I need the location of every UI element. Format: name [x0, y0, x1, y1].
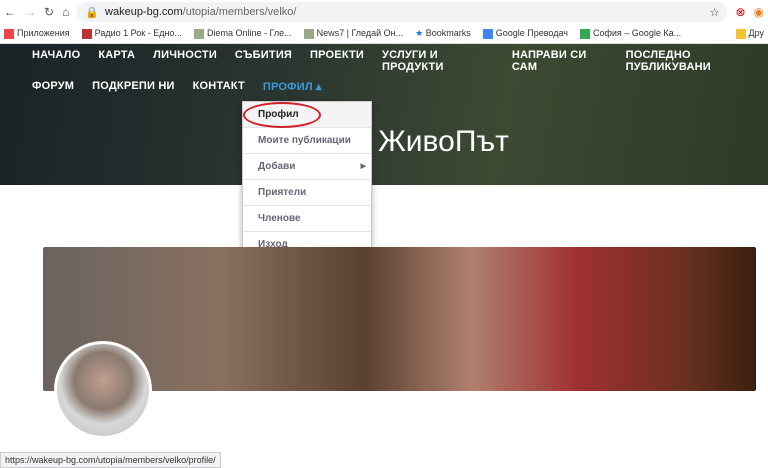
nav-item[interactable]: ПРОЕКТИ: [310, 49, 364, 73]
nav-item[interactable]: КОНТАКТ: [193, 80, 245, 93]
menu-item-friends[interactable]: Приятели: [243, 180, 371, 206]
bookmark-folder[interactable]: Дру: [735, 28, 764, 39]
main-nav-row1: НАЧАЛО КАРТА ЛИЧНОСТИ СЪБИТИЯ ПРОЕКТИ УС…: [32, 49, 768, 73]
nav-item[interactable]: КАРТА: [98, 49, 135, 73]
bookmark[interactable]: София – Google Ка...: [579, 28, 681, 39]
forward-icon[interactable]: →: [24, 5, 36, 19]
nav-item[interactable]: ЛИЧНОСТИ: [153, 49, 217, 73]
bookmark-apps[interactable]: Приложения: [4, 28, 70, 39]
url-host: wakeup-bg.com: [105, 6, 183, 18]
cover-photo: [43, 247, 756, 391]
highlight-annotation: [243, 102, 321, 128]
avatar[interactable]: [54, 341, 152, 439]
star-icon[interactable]: ☆: [710, 6, 720, 19]
chevron-right-icon: ▶: [360, 163, 366, 170]
bookmark[interactable]: Google Преводач: [482, 28, 568, 39]
status-bar-url: https://wakeup-bg.com/utopia/members/vel…: [0, 452, 221, 468]
nav-item[interactable]: СЪБИТИЯ: [235, 49, 292, 73]
menu-item-members[interactable]: Членове: [243, 206, 371, 232]
bookmarks-bar: Приложения Радио 1 Рок - Едно... Diema O…: [0, 24, 768, 44]
url-path: /utopia/members/velko/: [182, 6, 297, 18]
bookmark[interactable]: ★ Bookmarks: [415, 28, 471, 39]
reload-icon[interactable]: ↻: [44, 5, 54, 19]
nav-item[interactable]: ФОРУМ: [32, 80, 74, 93]
menu-item-label: Добави: [258, 161, 296, 172]
nav-item[interactable]: НАЧАЛО: [32, 49, 80, 73]
lock-icon: 🔒: [85, 6, 100, 19]
menu-item-add[interactable]: Добави ▶: [243, 154, 371, 180]
browser-toolbar: ← → ↻ ⌂ 🔒 wakeup-bg.com/utopia/members/v…: [0, 0, 768, 24]
home-icon[interactable]: ⌂: [62, 5, 69, 19]
bookmark[interactable]: Diema Online - Гле...: [193, 28, 292, 39]
nav-item-profile[interactable]: ПРОФИЛ ▴: [263, 80, 322, 93]
nav-item[interactable]: ПОСЛЕДНО ПУБЛИКУВАНИ: [626, 49, 768, 73]
main-nav-row2: ФОРУМ ПОДКРЕПИ НИ КОНТАКТ ПРОФИЛ ▴: [32, 80, 322, 93]
nav-item[interactable]: УСЛУГИ И ПРОДУКТИ: [382, 49, 494, 73]
back-icon[interactable]: ←: [4, 5, 16, 19]
nav-item[interactable]: ПОДКРЕПИ НИ: [92, 80, 174, 93]
bookmark[interactable]: Радио 1 Рок - Едно...: [81, 28, 182, 39]
bookmark[interactable]: News7 | Гледай Он...: [303, 28, 403, 39]
extension-icon[interactable]: ⊗: [735, 5, 745, 19]
nav-item[interactable]: НАПРАВИ СИ САМ: [512, 49, 608, 73]
extension-icon[interactable]: ◉: [754, 5, 764, 19]
address-bar[interactable]: 🔒 wakeup-bg.com/utopia/members/velko/ ☆: [77, 2, 728, 22]
menu-item-my-posts[interactable]: Моите публикации: [243, 128, 371, 154]
